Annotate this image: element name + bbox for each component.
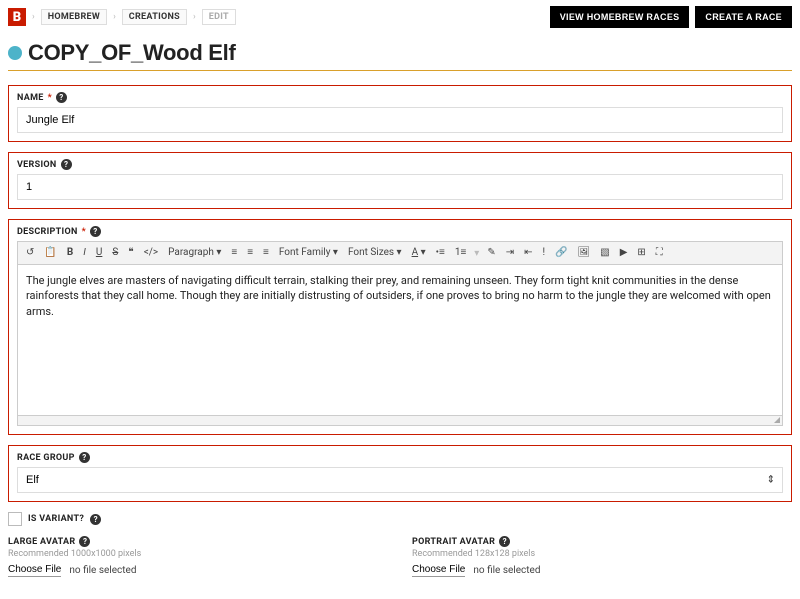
- logo-icon[interactable]: B: [8, 8, 26, 26]
- italic-icon[interactable]: I: [81, 246, 88, 260]
- required-icon: *: [82, 227, 86, 237]
- version-input[interactable]: [17, 174, 783, 200]
- media-icon[interactable]: ▧: [598, 246, 611, 260]
- chevron-right-icon: ›: [32, 12, 35, 22]
- view-homebrew-races-button[interactable]: VIEW HOMEBREW RACES: [550, 6, 690, 28]
- race-group-label: RACE GROUP: [17, 453, 75, 463]
- create-a-race-button[interactable]: CREATE A RACE: [695, 6, 792, 28]
- page-title: COPY_OF_Wood Elf: [28, 40, 235, 66]
- large-avatar-group: LARGE AVATAR ? Recommended 1000x1000 pix…: [8, 536, 388, 577]
- align-right-icon[interactable]: ≡: [261, 246, 271, 260]
- special-icon[interactable]: !: [541, 246, 548, 260]
- portrait-avatar-label: PORTRAIT AVATAR: [412, 537, 495, 547]
- text-color-icon[interactable]: A ▾: [410, 246, 428, 260]
- align-center-icon[interactable]: ≡: [245, 246, 255, 260]
- code-icon[interactable]: </>: [142, 246, 160, 260]
- number-list-icon[interactable]: 1≡: [453, 246, 468, 260]
- large-avatar-choose-file-button[interactable]: Choose File: [8, 563, 61, 577]
- name-input[interactable]: [17, 107, 783, 133]
- coin-icon: [8, 46, 22, 60]
- rich-text-editor: ↺ 📋 B I U S ❝ </> Paragraph ▾ ≡ ≡ ≡ Font…: [17, 241, 783, 426]
- large-avatar-file-state: no file selected: [69, 565, 136, 576]
- help-icon[interactable]: ?: [56, 92, 67, 103]
- paste-icon[interactable]: 📋: [42, 246, 58, 260]
- portrait-avatar-hint: Recommended 128x128 pixels: [412, 549, 792, 559]
- portrait-avatar-choose-file-button[interactable]: Choose File: [412, 563, 465, 577]
- help-icon[interactable]: ?: [90, 226, 101, 237]
- name-label: NAME: [17, 93, 44, 103]
- portrait-avatar-file-state: no file selected: [473, 565, 540, 576]
- breadcrumb-homebrew[interactable]: HOMEBREW: [41, 9, 107, 25]
- race-group-select[interactable]: Elf: [17, 467, 783, 493]
- help-icon[interactable]: ?: [90, 514, 101, 525]
- portrait-avatar-group: PORTRAIT AVATAR ? Recommended 128x128 pi…: [412, 536, 792, 577]
- video-icon[interactable]: ▶: [618, 246, 630, 260]
- breadcrumb: B › HOMEBREW › CREATIONS › EDIT: [8, 8, 236, 26]
- name-field-group: NAME * ?: [8, 85, 792, 142]
- align-left-icon[interactable]: ≡: [229, 246, 239, 260]
- description-label: DESCRIPTION: [17, 227, 78, 237]
- is-variant-label: IS VARIANT?: [28, 514, 84, 524]
- help-icon[interactable]: ?: [79, 452, 90, 463]
- strike-icon[interactable]: S: [110, 246, 120, 260]
- outdent-icon[interactable]: ⇤: [522, 246, 534, 260]
- required-icon: *: [48, 93, 52, 103]
- rte-toolbar: ↺ 📋 B I U S ❝ </> Paragraph ▾ ≡ ≡ ≡ Font…: [18, 242, 782, 265]
- divider: [8, 70, 792, 71]
- resize-handle-icon[interactable]: [18, 415, 782, 425]
- chevron-right-icon: ›: [193, 12, 196, 22]
- indent-icon[interactable]: ⇥: [504, 246, 516, 260]
- help-icon[interactable]: ?: [79, 536, 90, 547]
- description-input[interactable]: The jungle elves are masters of navigati…: [18, 265, 782, 415]
- undo-icon[interactable]: ↺: [24, 246, 36, 260]
- fullscreen-icon[interactable]: ⛶: [654, 246, 665, 260]
- link-icon[interactable]: 🔗: [553, 246, 569, 260]
- version-field-group: VERSION ?: [8, 152, 792, 209]
- embed-icon[interactable]: ⊞: [635, 246, 647, 260]
- version-label: VERSION: [17, 160, 57, 170]
- large-avatar-hint: Recommended 1000x1000 pixels: [8, 549, 388, 559]
- font-family-select[interactable]: Font Family ▾: [277, 246, 340, 260]
- breadcrumb-edit: EDIT: [202, 9, 236, 25]
- large-avatar-label: LARGE AVATAR: [8, 537, 75, 547]
- image-icon[interactable]: 🖼: [576, 246, 593, 260]
- breadcrumb-creations[interactable]: CREATIONS: [122, 9, 187, 25]
- clear-format-icon[interactable]: ✎: [485, 246, 497, 260]
- race-group-field-group: RACE GROUP ? Elf ⇕: [8, 445, 792, 502]
- help-icon[interactable]: ?: [499, 536, 510, 547]
- underline-icon[interactable]: U: [94, 246, 104, 260]
- help-icon[interactable]: ?: [61, 159, 72, 170]
- bold-icon[interactable]: B: [65, 246, 75, 260]
- chevron-right-icon: ›: [113, 12, 116, 22]
- description-field-group: DESCRIPTION * ? ↺ 📋 B I U S ❝ </> Paragr…: [8, 219, 792, 435]
- is-variant-checkbox[interactable]: [8, 512, 22, 526]
- format-select[interactable]: Paragraph ▾: [166, 246, 223, 260]
- bullet-list-icon[interactable]: •≡: [434, 246, 447, 260]
- font-sizes-select[interactable]: Font Sizes ▾: [346, 246, 404, 260]
- quote-icon[interactable]: ❝: [126, 246, 135, 260]
